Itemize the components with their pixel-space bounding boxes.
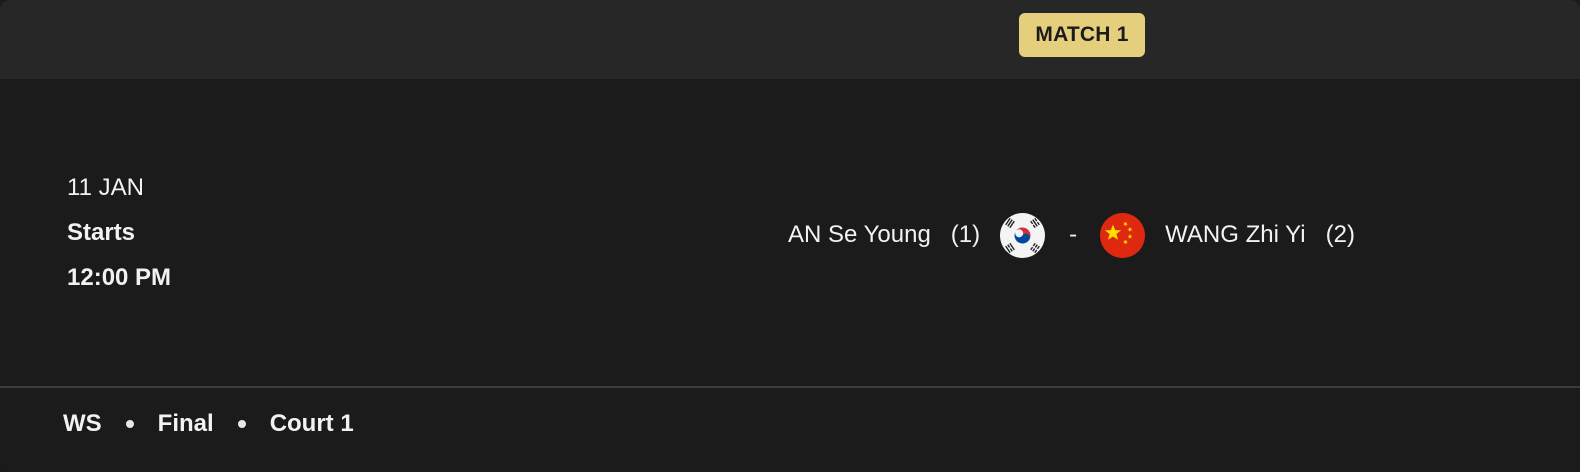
match-date: 11 JAN [67, 174, 144, 201]
player2-seed: (2) [1325, 221, 1355, 248]
match-number-badge: MATCH 1 [1019, 13, 1145, 57]
matchup: AN Se Young (1) - WANG Zhi Yi (2) [788, 212, 1355, 258]
start-time: 12:00 PM [67, 264, 172, 291]
china-flag-icon [1100, 212, 1146, 258]
event-category: WS [63, 410, 102, 437]
match-header: MATCH 1 [0, 0, 1580, 79]
starts-label: Starts [67, 219, 136, 246]
south-korea-flag-icon [1000, 212, 1046, 258]
court-name: Court 1 [269, 410, 354, 437]
match-info-footer: WS Final Court 1 [63, 410, 354, 438]
versus-separator: - [1069, 221, 1078, 248]
player1-name[interactable]: AN Se Young [788, 221, 931, 249]
match-card[interactable]: MATCH 1 11 JAN Starts 12:00 PM AN Se You… [0, 0, 1580, 472]
separator-dot [125, 420, 134, 428]
match-schedule: 11 JAN Starts 12:00 PM [67, 170, 171, 305]
south-korea-flag-svg [1000, 212, 1046, 258]
footer-divider [0, 386, 1580, 388]
china-flag-svg [1100, 212, 1146, 258]
player2-name[interactable]: WANG Zhi Yi [1165, 221, 1305, 249]
player1-seed: (1) [950, 221, 981, 248]
separator-dot [237, 420, 246, 428]
match-round: Final [157, 410, 214, 437]
